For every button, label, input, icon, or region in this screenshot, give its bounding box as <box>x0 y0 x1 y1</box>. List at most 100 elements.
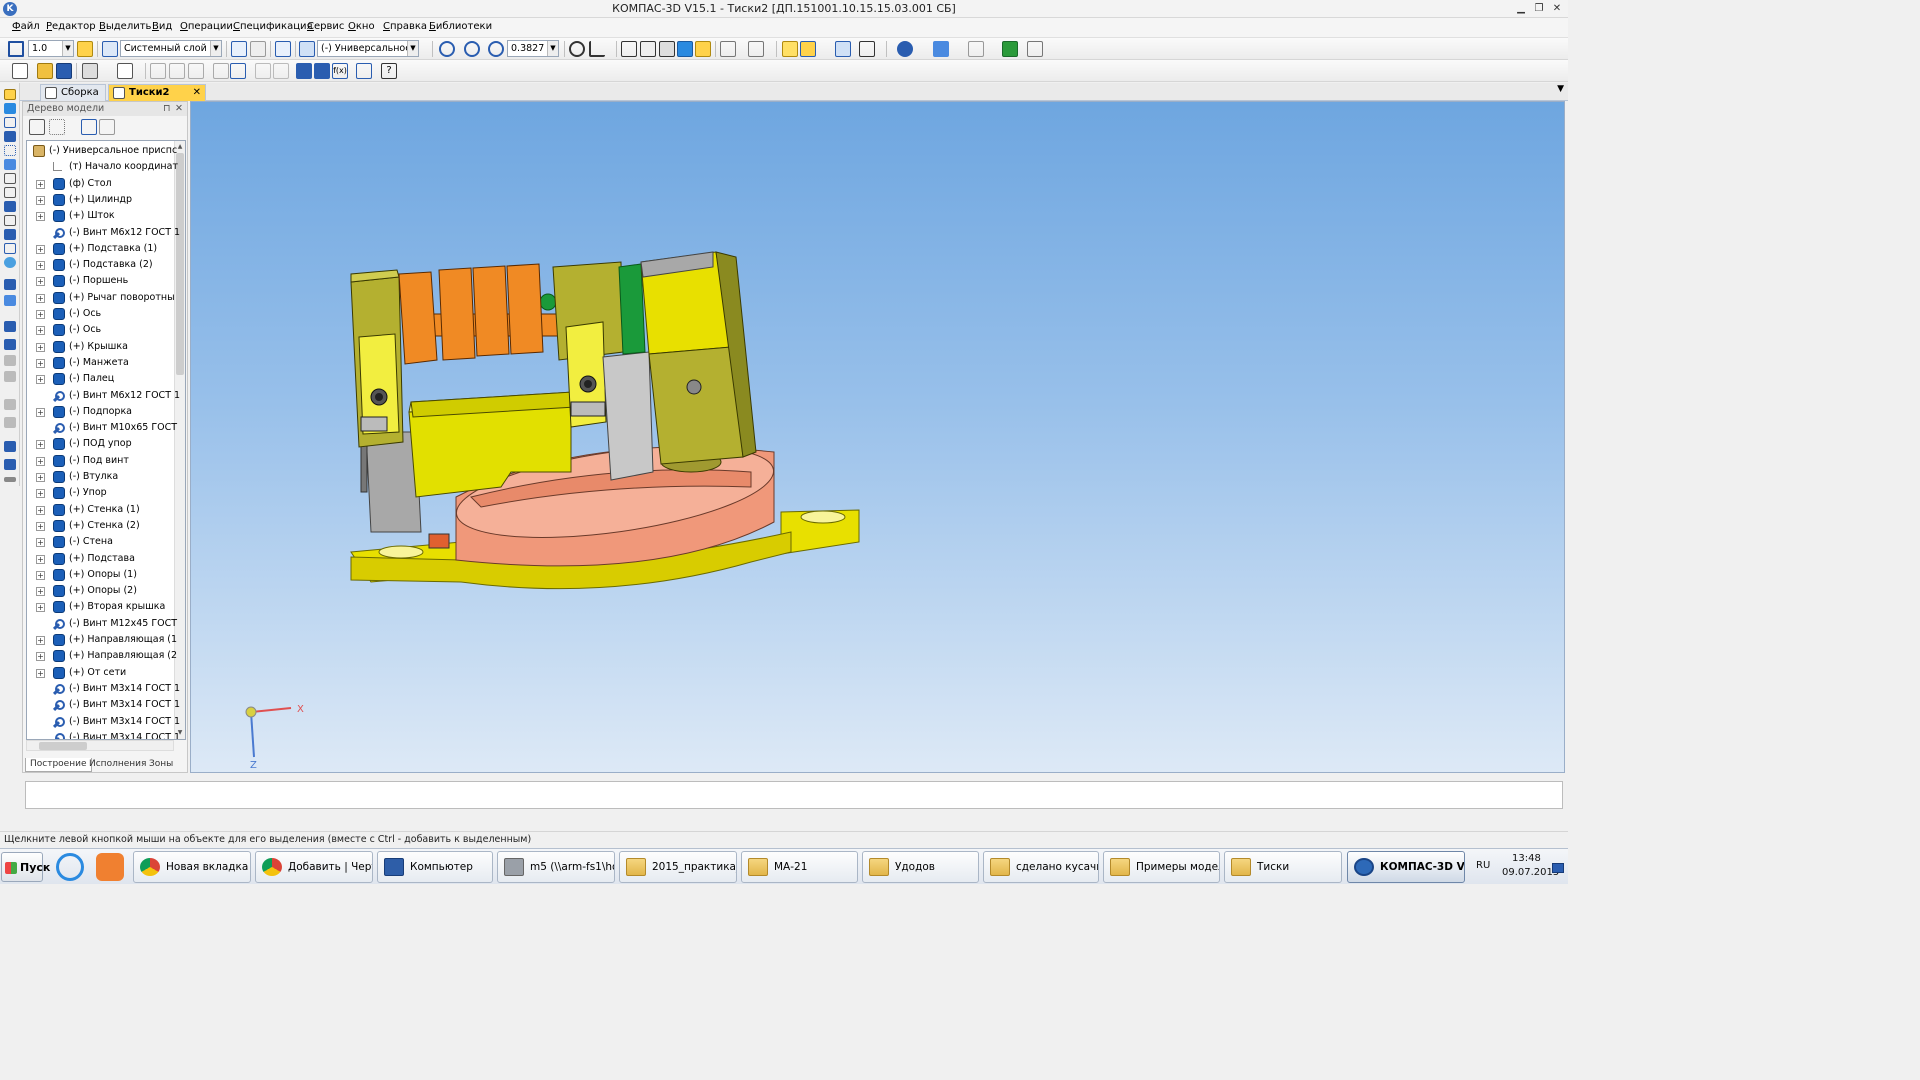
disabled-tool-4-icon[interactable] <box>4 417 16 428</box>
expand-icon[interactable]: + <box>36 342 45 352</box>
tree-item[interactable]: + (-) ПОД упор <box>27 436 177 452</box>
expand-icon[interactable]: + <box>36 277 45 287</box>
menu-editor[interactable]: Редактор <box>46 21 96 32</box>
clock-time[interactable]: 13:48 <box>1512 853 1541 864</box>
disabled-tool-2-icon[interactable] <box>4 371 16 382</box>
tree-relations-icon[interactable] <box>99 119 115 135</box>
expand-icon[interactable]: + <box>36 244 45 254</box>
tree-item[interactable]: + (+) Вторая крышка <box>27 599 177 615</box>
assembly-icon[interactable] <box>800 41 816 57</box>
model-tree[interactable]: ▲ ▼ (-) Универсальное приспс (т) Начало к… <box>26 140 186 740</box>
expand-icon[interactable]: + <box>36 554 45 564</box>
filter-icon[interactable] <box>720 41 736 57</box>
new-document-icon[interactable] <box>12 63 28 79</box>
arrays-icon[interactable] <box>4 145 16 156</box>
disabled-tool-3-icon[interactable] <box>4 399 16 410</box>
update-icon[interactable] <box>356 63 372 79</box>
rotate-icon[interactable] <box>569 41 585 57</box>
taskbar-button[interactable]: Компьютер <box>377 851 493 883</box>
pipes-icon[interactable] <box>4 295 16 306</box>
fasteners-icon[interactable] <box>4 321 16 332</box>
tree-item[interactable]: (-) Винт М3х14 ГОСТ 1 <box>27 681 180 697</box>
hidden-lines-icon[interactable] <box>640 41 656 57</box>
tree-item[interactable]: (-) Винт М3х14 ГОСТ 1 <box>27 730 180 739</box>
scrollbar-thumb[interactable] <box>176 153 184 375</box>
expand-icon[interactable]: + <box>36 456 45 466</box>
tree-horizontal-scrollbar[interactable] <box>26 740 174 751</box>
thin-lines-icon[interactable] <box>659 41 675 57</box>
taskbar-button[interactable]: 2015_практика_М... <box>619 851 737 883</box>
media-player-icon[interactable] <box>96 853 124 881</box>
menu-select[interactable]: Выделить <box>99 21 151 32</box>
paste-icon[interactable] <box>188 63 204 79</box>
expand-icon[interactable]: + <box>36 570 45 580</box>
device-icon[interactable] <box>299 41 315 57</box>
tree-item[interactable]: + (+) Опоры (2) <box>27 583 177 599</box>
step-combo[interactable]: 1.0 ▼ <box>28 40 74 57</box>
tree-item[interactable]: + (+) Подставка (1) <box>27 241 177 257</box>
table-icon[interactable] <box>230 63 246 79</box>
tree-item[interactable]: + (+) От сети <box>27 665 177 681</box>
tree-item[interactable]: + (+) Подстава <box>27 551 177 567</box>
layer-combo[interactable]: Системный слой (0) ▼ <box>120 40 222 57</box>
variables-icon[interactable] <box>314 63 330 79</box>
material-icon[interactable] <box>897 41 913 57</box>
tree-item[interactable]: + (+) Стенка (2) <box>27 518 177 534</box>
show-desktop-icon[interactable] <box>1552 863 1564 873</box>
tree-item[interactable]: + (+) Рычаг поворотны <box>27 290 177 306</box>
start-button[interactable]: Пуск <box>1 852 50 882</box>
undo-icon[interactable] <box>255 63 271 79</box>
tree-item[interactable]: + (-) Ось <box>27 306 177 322</box>
edit-assembly-icon[interactable] <box>4 89 16 100</box>
help-icon[interactable]: ? <box>381 63 397 79</box>
menu-window[interactable]: Окно <box>348 21 375 32</box>
tree-item[interactable]: + (-) Поршень <box>27 273 177 289</box>
taskbar-button[interactable]: КОМПАС-3D V1... <box>1347 851 1465 883</box>
taskbar-button[interactable]: Примеры модел... <box>1103 851 1220 883</box>
expand-icon[interactable]: + <box>36 668 45 678</box>
vise-3d-model[interactable]: X Z <box>191 102 1565 773</box>
halftone-edges-icon[interactable] <box>695 41 711 57</box>
expand-icon[interactable]: + <box>36 293 45 303</box>
tree-item[interactable]: + (+) Опоры (1) <box>27 567 177 583</box>
tree-item[interactable]: + (ф) Стол <box>27 176 177 192</box>
close-panel-icon[interactable]: ✕ <box>175 102 183 116</box>
function-icon[interactable]: f(x) <box>332 63 348 79</box>
tree-item[interactable]: (-) Винт М3х14 ГОСТ 1 <box>27 697 180 713</box>
filter2-icon[interactable] <box>748 41 764 57</box>
expand-strip-icon[interactable] <box>4 477 16 482</box>
taskbar-button[interactable]: сделано кусачки <box>983 851 1099 883</box>
close-window-button[interactable]: ✕ <box>1549 1 1565 16</box>
tree-item[interactable]: + (+) Цилиндр <box>27 192 177 208</box>
clock-date[interactable]: 09.07.2015 <box>1502 867 1559 878</box>
tree-item[interactable]: + (-) Под винт <box>27 453 177 469</box>
expand-icon[interactable]: + <box>36 473 45 482</box>
catalog-icon[interactable] <box>4 441 16 452</box>
save-icon[interactable] <box>56 63 72 79</box>
taskbar-button[interactable]: Новая вкладка - ... <box>133 851 251 883</box>
pin-icon[interactable]: ⊓ <box>163 102 170 116</box>
expand-icon[interactable]: + <box>36 489 45 499</box>
zoom-fit-icon[interactable] <box>464 41 480 57</box>
tree-item[interactable]: + (-) Ось <box>27 322 177 338</box>
expand-icon[interactable]: + <box>36 652 45 662</box>
constraints-icon[interactable] <box>4 173 16 184</box>
tree-item[interactable]: (-) Винт М12х45 ГОСТ <box>27 616 177 632</box>
menu-operations[interactable]: Операции <box>180 21 233 32</box>
expand-icon[interactable]: + <box>36 636 45 645</box>
reports-icon[interactable] <box>4 229 16 240</box>
taskbar-button[interactable]: Удодов <box>862 851 979 883</box>
taskbar-button[interactable]: m5 (\\arm-fs1\ho... <box>497 851 615 883</box>
layer-icon[interactable] <box>102 41 118 57</box>
language-indicator[interactable]: RU <box>1476 860 1490 871</box>
taskbar-button[interactable]: Тиски <box>1224 851 1342 883</box>
tab-zones[interactable]: Зоны <box>145 758 177 772</box>
local-cs-icon[interactable] <box>231 41 247 57</box>
menu-service[interactable]: Сервис <box>307 21 344 32</box>
taskbar-button[interactable]: Добавить | Черте... <box>255 851 373 883</box>
sheet-metal-icon[interactable] <box>4 279 16 290</box>
spec-tool-icon[interactable] <box>4 215 16 226</box>
menu-help[interactable]: Справка <box>383 21 427 32</box>
expand-icon[interactable]: + <box>36 375 45 385</box>
menu-view[interactable]: Вид <box>152 21 172 32</box>
